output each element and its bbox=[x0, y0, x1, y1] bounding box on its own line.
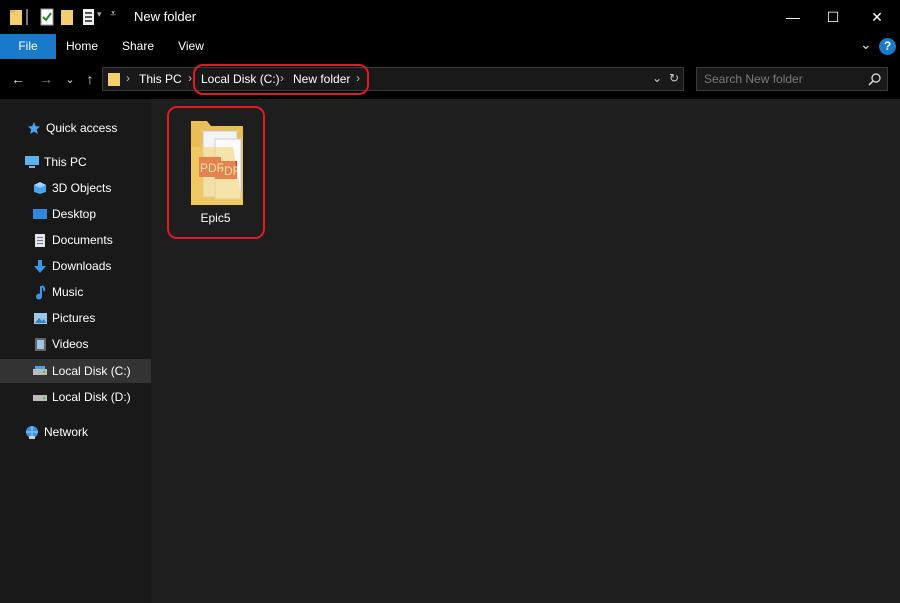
help-icon[interactable]: ? bbox=[879, 38, 896, 55]
breadcrumb-separator: › bbox=[126, 71, 130, 85]
sidebar-item-label: Downloads bbox=[52, 259, 112, 273]
maximize-button[interactable]: ☐ bbox=[810, 0, 856, 34]
breadcrumb-this-pc[interactable]: This PC bbox=[139, 72, 182, 86]
sidebar-item-label: Network bbox=[44, 425, 89, 439]
breadcrumb-highlight bbox=[193, 64, 369, 95]
desktop-icon bbox=[32, 206, 48, 222]
rename-icon[interactable] bbox=[82, 8, 96, 26]
sidebar-item-this-pc[interactable]: This PC bbox=[0, 150, 151, 174]
sidebar-item-quick-access[interactable]: Quick access bbox=[0, 116, 151, 140]
refresh-icon[interactable]: ↻ bbox=[669, 71, 679, 85]
customize-toolbar-icon[interactable]: ▾ bbox=[97, 9, 102, 27]
toolbar-divider bbox=[26, 9, 28, 25]
back-button[interactable]: ← bbox=[8, 69, 28, 89]
up-button[interactable]: ↑ bbox=[80, 69, 100, 89]
sidebar-item-label: Local Disk (D:) bbox=[52, 390, 131, 404]
sidebar-item-label: 3D Objects bbox=[52, 181, 112, 195]
download-icon bbox=[32, 258, 48, 274]
sidebar-item-label: Music bbox=[52, 285, 84, 299]
tab-view[interactable]: View bbox=[172, 34, 210, 59]
video-icon bbox=[32, 336, 48, 352]
file-list-pane[interactable]: PDF PDF Epic5 bbox=[151, 99, 900, 603]
sidebar-item-label: Quick access bbox=[46, 121, 118, 135]
sidebar-item-label: Videos bbox=[52, 337, 89, 351]
pictures-icon bbox=[32, 310, 48, 326]
new-folder-icon[interactable] bbox=[60, 8, 74, 26]
title-bar: ▾ ⩡ New folder — ☐ ✕ bbox=[0, 0, 900, 34]
sidebar-item-label: This PC bbox=[44, 155, 87, 169]
close-button[interactable]: ✕ bbox=[854, 0, 900, 34]
tab-share[interactable]: Share bbox=[116, 34, 160, 59]
sidebar-item-local-disk-c[interactable]: Local Disk (C:) bbox=[0, 359, 151, 383]
document-icon bbox=[32, 232, 48, 248]
toolbar-dropdown-icon[interactable]: ⩡ bbox=[110, 8, 116, 26]
sidebar-item-documents[interactable]: Documents bbox=[0, 228, 151, 252]
window-title: New folder bbox=[134, 9, 197, 24]
sidebar-item-pictures[interactable]: Pictures bbox=[0, 306, 151, 330]
navigation-pane: Quick access This PC 3D Objects Desktop … bbox=[0, 99, 151, 603]
navigation-bar: ← → ⌄ ↑ › This PC › Local Disk (C:) › Ne… bbox=[0, 59, 900, 99]
sidebar-item-videos[interactable]: Videos bbox=[0, 332, 151, 356]
properties-icon[interactable] bbox=[40, 8, 54, 26]
sidebar-item-downloads[interactable]: Downloads bbox=[0, 254, 151, 278]
search-icon[interactable] bbox=[868, 72, 882, 89]
cube-icon bbox=[32, 180, 48, 196]
sidebar-item-label: Desktop bbox=[52, 207, 97, 221]
ribbon: File Home Share View ⌄ ? bbox=[0, 34, 900, 59]
sidebar-item-label: Local Disk (C:) bbox=[52, 364, 131, 378]
sidebar-item-label: Documents bbox=[52, 233, 113, 247]
forward-button[interactable]: → bbox=[36, 69, 56, 89]
sidebar-item-label: Pictures bbox=[52, 311, 96, 325]
ribbon-expand-icon[interactable]: ⌄ bbox=[860, 36, 872, 53]
search-placeholder: Search New folder bbox=[704, 72, 803, 86]
recent-locations-button[interactable]: ⌄ bbox=[60, 69, 80, 89]
folder-icon bbox=[107, 71, 121, 90]
star-icon bbox=[26, 120, 42, 136]
search-input[interactable]: Search New folder bbox=[696, 67, 888, 91]
computer-icon bbox=[24, 154, 40, 170]
network-icon bbox=[24, 424, 40, 440]
sidebar-item-desktop[interactable]: Desktop bbox=[0, 202, 151, 226]
sidebar-item-music[interactable]: Music bbox=[0, 280, 151, 304]
sidebar-item-network[interactable]: Network bbox=[0, 420, 151, 444]
tab-file[interactable]: File bbox=[0, 34, 56, 59]
tab-home[interactable]: Home bbox=[60, 34, 104, 59]
file-highlight bbox=[167, 106, 265, 239]
sidebar-item-3d-objects[interactable]: 3D Objects bbox=[0, 176, 151, 200]
drive-icon bbox=[32, 389, 48, 405]
sidebar-item-local-disk-d[interactable]: Local Disk (D:) bbox=[0, 385, 151, 409]
music-icon bbox=[32, 284, 48, 300]
address-dropdown-icon[interactable]: ⌄ bbox=[652, 71, 662, 85]
address-bar[interactable]: › This PC › Local Disk (C:) › New folder… bbox=[102, 67, 684, 91]
breadcrumb-separator[interactable]: › bbox=[188, 71, 192, 85]
folder-icon bbox=[9, 8, 23, 26]
drive-icon bbox=[32, 363, 48, 379]
